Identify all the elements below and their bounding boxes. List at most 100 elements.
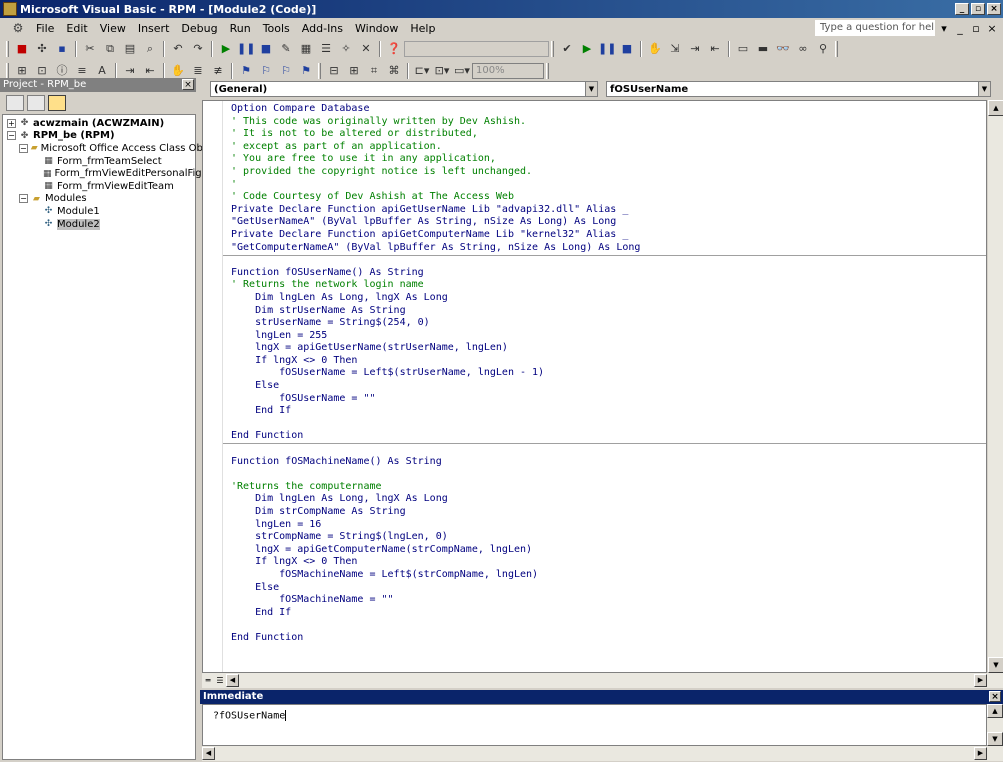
code-line[interactable]: End Function — [231, 430, 986, 443]
menu-help[interactable]: Help — [404, 22, 441, 35]
code-line[interactable]: Dim strUserName As String — [231, 305, 986, 318]
procedure-view-icon[interactable]: ═ — [202, 674, 214, 687]
code-line[interactable] — [231, 619, 986, 632]
code-line[interactable]: End Function — [231, 632, 986, 645]
break-icon[interactable]: ❚❚ — [237, 40, 255, 58]
child-restore-button[interactable]: ▫ — [969, 22, 983, 35]
run-sub-icon[interactable]: ▶ — [578, 40, 596, 58]
scroll-left-icon[interactable]: ◀ — [226, 674, 239, 687]
code-line[interactable]: lngLen = 16 — [231, 519, 986, 532]
code-line[interactable]: If lngX <> 0 Then — [231, 556, 986, 569]
system-menu-icon[interactable]: ⚙ — [10, 21, 26, 35]
code-line[interactable]: Private Declare Function apiGetComputerN… — [231, 229, 986, 242]
immediate-editor[interactable]: ?fOSUserName — [202, 704, 987, 746]
code-line[interactable]: fOSUserName = "" — [231, 393, 986, 406]
chevron-down-icon[interactable]: ▼ — [978, 82, 990, 96]
immediate-close-button[interactable]: × — [989, 691, 1001, 702]
code-line[interactable]: fOSMachineName = Left$(strCompName, lngL… — [231, 569, 986, 582]
run-icon[interactable]: ▶ — [217, 40, 235, 58]
code-line[interactable]: End If — [231, 607, 986, 620]
watch-window-icon[interactable]: 👓 — [774, 40, 792, 58]
code-line[interactable]: If lngX <> 0 Then — [231, 355, 986, 368]
toolbar-grip[interactable] — [6, 63, 9, 79]
child-close-button[interactable]: × — [985, 22, 999, 35]
redo-icon[interactable]: ↷ — [189, 40, 207, 58]
code-line[interactable]: ' This code was originally written by De… — [231, 116, 986, 129]
menu-insert[interactable]: Insert — [132, 22, 176, 35]
reset-icon[interactable]: ■ — [257, 40, 275, 58]
code-line[interactable]: Dim strCompName As String — [231, 506, 986, 519]
close-button[interactable]: × — [987, 3, 1001, 15]
toggle-breakpoint-icon[interactable]: ✋ — [646, 40, 664, 58]
restore-button[interactable]: ▫ — [971, 3, 985, 15]
step-into-icon[interactable]: ⇲ — [666, 40, 684, 58]
scroll-up-icon[interactable]: ▲ — [987, 704, 1003, 718]
minimize-button[interactable]: _ — [955, 3, 969, 15]
toolbar-grip[interactable] — [551, 41, 554, 57]
toolbar-grip[interactable] — [835, 41, 838, 57]
full-module-view-icon[interactable]: ☰ — [214, 674, 226, 687]
step-out-icon[interactable]: ⇤ — [706, 40, 724, 58]
code-line[interactable]: ' provided the copyright notice is left … — [231, 166, 986, 179]
tree-item[interactable]: ✣ Module2 — [3, 218, 195, 231]
tree-item[interactable]: ▦ Form_frmViewEditPersonalFigures — [3, 167, 223, 180]
tree-expander[interactable]: + — [7, 118, 16, 128]
menu-file[interactable]: File — [30, 22, 60, 35]
object-combo[interactable]: (General) ▼ — [210, 81, 598, 97]
menu-run[interactable]: Run — [224, 22, 257, 35]
tree-item[interactable]: ▦ Form_frmViewEditTeam — [3, 180, 195, 193]
project-close-button[interactable]: × — [182, 79, 194, 90]
view-access-icon[interactable]: ■ — [13, 40, 31, 58]
properties-icon[interactable]: ☰ — [317, 40, 335, 58]
undo-icon[interactable]: ↶ — [169, 40, 187, 58]
project-tree[interactable]: + ✤ acwzmain (ACWZMAIN) − ✤ RPM_be (RPM) − ▰ Mic… — [2, 114, 226, 760]
code-line[interactable]: "GetComputerNameA" (ByVal lpBuffer As St… — [231, 242, 986, 255]
tree-item[interactable]: − ▰ Modules — [3, 193, 195, 206]
compile-icon[interactable]: ✔ — [558, 40, 576, 58]
find-icon[interactable]: ⌕ — [141, 40, 159, 58]
project-explorer-icon[interactable]: ▦ — [297, 40, 315, 58]
code-line[interactable]: ' You are free to use it in any applicat… — [231, 153, 986, 166]
tree-expander[interactable]: − — [7, 131, 16, 141]
locals-window-icon[interactable]: ▭ — [734, 40, 752, 58]
reset-icon[interactable]: ■ — [618, 40, 636, 58]
help-icon[interactable]: ❓ — [385, 40, 403, 58]
vba-app-icon[interactable] — [3, 2, 17, 16]
menu-debug[interactable]: Debug — [175, 22, 223, 35]
menu-edit[interactable]: Edit — [60, 22, 93, 35]
code-margin[interactable] — [203, 101, 223, 672]
immediate-text[interactable]: ?fOSUserName — [213, 710, 287, 722]
copy-icon[interactable]: ⧉ — [101, 40, 119, 58]
code-line[interactable]: End If — [231, 405, 986, 418]
quick-watch-icon[interactable]: ∞ — [794, 40, 812, 58]
scroll-down-icon[interactable]: ▼ — [987, 732, 1003, 746]
toggle-folders-button[interactable] — [48, 95, 66, 111]
code-line[interactable] — [231, 418, 986, 431]
code-line[interactable]: fOSUserName = Left$(strUserName, lngLen … — [231, 367, 986, 380]
menu-view[interactable]: View — [94, 22, 132, 35]
code-line[interactable]: lngLen = 255 — [231, 330, 986, 343]
scroll-up-icon[interactable]: ▲ — [988, 100, 1003, 116]
tree-item[interactable]: + ✤ acwzmain (ACWZMAIN) — [3, 117, 195, 130]
call-stack-icon[interactable]: ⚲ — [814, 40, 832, 58]
code-horizontal-scrollbar[interactable]: ═ ☰ ◀ ▶ — [202, 673, 1003, 688]
child-minimize-button[interactable]: _ — [953, 22, 967, 35]
view-object-button[interactable] — [27, 95, 45, 111]
code-line[interactable]: ' Returns the network login name — [231, 279, 986, 292]
tree-item[interactable]: − ✤ RPM_be (RPM) — [3, 130, 195, 143]
code-line[interactable]: Function fOSUserName() As String — [231, 267, 986, 280]
tree-item[interactable]: − ▰ Microsoft Office Access Class Objects — [3, 142, 226, 155]
code-line[interactable]: Option Compare Database — [231, 103, 986, 116]
code-line[interactable]: fOSMachineName = "" — [231, 594, 986, 607]
tree-item[interactable]: ✣ Module1 — [3, 205, 195, 218]
insert-module-icon[interactable]: ✣ — [33, 40, 51, 58]
code-line[interactable] — [231, 468, 986, 481]
code-editor[interactable]: Option Compare Database ' This code was o… — [202, 100, 987, 673]
menu-add-ins[interactable]: Add-Ins — [296, 22, 349, 35]
immediate-horizontal-scrollbar[interactable]: ◀ ▶ — [202, 746, 1003, 761]
code-line[interactable]: strCompName = String$(lngLen, 0) — [231, 531, 986, 544]
scroll-right-icon[interactable]: ▶ — [974, 747, 987, 760]
tree-expander[interactable]: − — [19, 194, 28, 204]
code-vertical-scrollbar[interactable]: ▲ ▼ — [987, 100, 1003, 673]
toolbox-icon[interactable]: ✕ — [357, 40, 375, 58]
